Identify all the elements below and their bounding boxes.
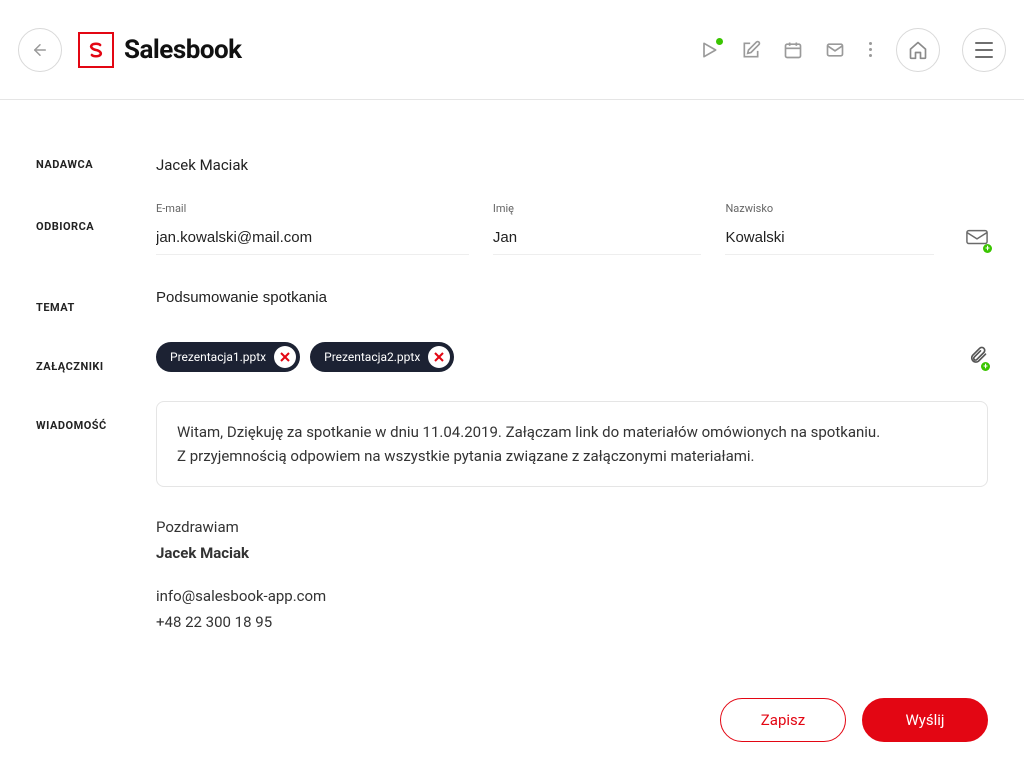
menu-button[interactable] [962, 28, 1006, 72]
edit-button[interactable] [741, 40, 761, 60]
message-line: Z przyjemnością odpowiem na wszystkie py… [177, 444, 967, 468]
signature-greeting: Pozdrawiam [156, 515, 988, 541]
mail-button[interactable] [825, 40, 845, 60]
attachment-name: Prezentacja1.pptx [170, 350, 266, 364]
signature-block: Pozdrawiam Jacek Maciak info@salesbook-a… [156, 515, 988, 635]
email-label: E-mail [156, 202, 469, 215]
calendar-icon [783, 40, 803, 60]
first-name-field[interactable] [493, 221, 702, 255]
send-button[interactable]: Wyślij [862, 698, 988, 742]
add-attachment-button[interactable]: + [968, 345, 988, 369]
arrow-left-icon [31, 41, 49, 59]
home-icon [908, 40, 928, 60]
back-button[interactable] [18, 28, 62, 72]
recipient-label: ODBIORCA [36, 202, 156, 233]
last-name-field[interactable] [725, 221, 934, 255]
attachment-chip: Prezentacja2.pptx [310, 342, 454, 372]
sender-label: NADAWCA [36, 140, 156, 171]
play-button[interactable] [699, 40, 719, 60]
attachment-name: Prezentacja2.pptx [324, 350, 420, 364]
edit-icon [741, 40, 761, 60]
signature-phone: +48 22 300 18 95 [156, 610, 988, 636]
home-button[interactable] [896, 28, 940, 72]
mail-icon [825, 40, 845, 60]
email-form: NADAWCA Jacek Maciak ODBIORCA E-mail Imi… [0, 100, 1024, 635]
brand-logo-icon [78, 32, 114, 68]
subject-row: TEMAT [36, 283, 988, 314]
message-line: Witam, Dziękuję za spotkanie w dniu 11.0… [177, 420, 967, 444]
brand-name: Salesbook [124, 35, 242, 65]
calendar-button[interactable] [783, 40, 803, 60]
attachments-row: ZAŁĄCZNIKI Prezentacja1.pptx Prezentacja… [36, 342, 988, 373]
subject-field[interactable] [156, 283, 988, 312]
message-label: WIADOMOŚĆ [36, 401, 156, 432]
message-textarea[interactable]: Witam, Dziękuję za spotkanie w dniu 11.0… [156, 401, 988, 487]
sender-name: Jacek Maciak [156, 140, 248, 174]
footer-actions: Zapisz Wyślij [720, 698, 988, 742]
brand: Salesbook [78, 32, 242, 68]
subject-label: TEMAT [36, 283, 156, 314]
remove-attachment-button[interactable] [274, 346, 296, 368]
more-button[interactable] [867, 42, 874, 57]
close-icon [280, 352, 290, 362]
add-contact-button[interactable]: + [966, 229, 988, 251]
signature-name: Jacek Maciak [156, 541, 988, 567]
header-actions [699, 28, 1006, 72]
attachment-chip: Prezentacja1.pptx [156, 342, 300, 372]
app-header: Salesbook [0, 0, 1024, 100]
attachments-label: ZAŁĄCZNIKI [36, 342, 156, 373]
plus-badge: + [981, 362, 990, 371]
signature-email: info@salesbook-app.com [156, 584, 988, 610]
last-name-label: Nazwisko [725, 202, 934, 215]
first-name-label: Imię [493, 202, 702, 215]
plus-badge: + [983, 244, 992, 253]
sender-row: NADAWCA Jacek Maciak [36, 140, 988, 174]
email-field[interactable] [156, 221, 469, 255]
message-row: WIADOMOŚĆ Witam, Dziękuję za spotkanie w… [36, 401, 988, 487]
recipient-row: ODBIORCA E-mail Imię Nazwisko + [36, 202, 988, 255]
status-dot [716, 38, 723, 45]
close-icon [434, 352, 444, 362]
burger-icon [975, 42, 993, 58]
save-button[interactable]: Zapisz [720, 698, 846, 742]
remove-attachment-button[interactable] [428, 346, 450, 368]
